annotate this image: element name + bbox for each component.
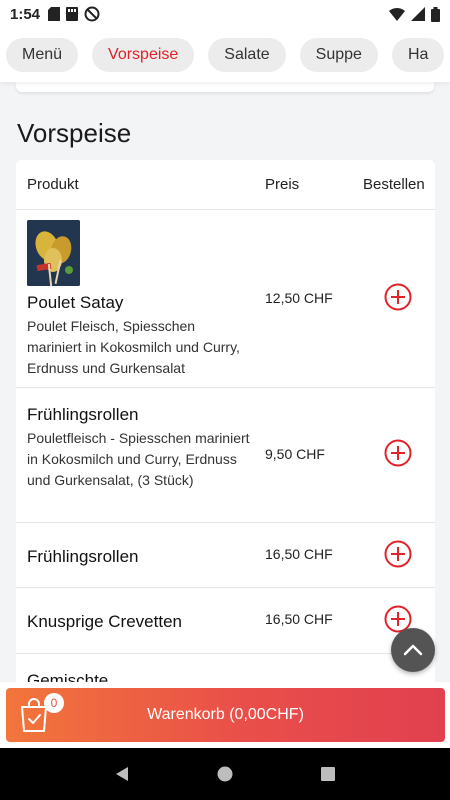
table-row: Poulet Satay Poulet Fleisch, Spiesschen …: [16, 210, 435, 388]
back-icon[interactable]: [114, 766, 130, 782]
cart-bar: 0 Warenkorb (0,00CHF): [0, 682, 450, 748]
add-to-cart-icon[interactable]: [384, 439, 412, 467]
product-price: 9,50 CHF: [265, 446, 325, 462]
header-product: Produkt: [27, 176, 79, 193]
section-title: Vorspeise: [17, 118, 132, 148]
header-order: Bestellen: [363, 176, 425, 193]
product-name: Poulet Satay: [27, 293, 124, 312]
cart-count-badge: 0: [44, 693, 64, 713]
header-price: Preis: [265, 176, 300, 193]
add-to-cart-icon[interactable]: [384, 283, 412, 311]
product-price: 16,50 CHF: [265, 546, 333, 562]
product-description: Pouletfleisch - Spiesschen mariniert in …: [27, 430, 250, 488]
product-description: Poulet Fleisch, Spiesschen mariniert in …: [27, 318, 240, 376]
battery-icon: [431, 6, 440, 22]
previous-section-card: [16, 82, 434, 92]
sim-card-icon: [48, 7, 61, 21]
table-row: Knusprige Crevetten 16,50 CHF: [16, 588, 435, 654]
scroll-top-button[interactable]: [391, 628, 435, 672]
recents-icon[interactable]: [320, 766, 336, 782]
chevron-up-icon: [403, 644, 423, 656]
cart-label: Warenkorb (0,00CHF): [147, 706, 304, 723]
product-price: 16,50 CHF: [265, 611, 333, 627]
add-to-cart-icon[interactable]: [384, 540, 412, 568]
product-name: Frühlingsrollen: [27, 547, 139, 566]
tab-menu[interactable]: Menü: [6, 38, 79, 72]
product-table: Produkt Preis Bestellen Poulet Satay Pou…: [16, 160, 435, 700]
tab-salate[interactable]: Salate: [208, 38, 286, 72]
home-icon[interactable]: [217, 766, 233, 782]
tab-suppe[interactable]: Suppe: [299, 38, 378, 72]
table-row: Frühlingsrollen Pouletfleisch - Spiessch…: [16, 388, 435, 523]
product-name: Knusprige Crevetten: [27, 612, 182, 631]
status-time: 1:54: [10, 5, 41, 23]
product-name: Frühlingsrollen: [27, 405, 139, 424]
table-header: Produkt Preis Bestellen: [16, 160, 435, 210]
tab-vorspeise[interactable]: Vorspeise: [92, 38, 195, 72]
no-sync-icon: [84, 6, 100, 22]
tab-hauptgang[interactable]: Ha: [391, 38, 445, 72]
status-bar: 1:54: [0, 0, 450, 28]
category-tabs: Menü Vorspeise Salate Suppe Ha: [0, 28, 450, 82]
signal-icon: [411, 7, 425, 21]
product-image: [27, 220, 80, 286]
cart-button[interactable]: 0 Warenkorb (0,00CHF): [6, 688, 445, 742]
system-nav-bar: [0, 748, 450, 800]
product-price: 12,50 CHF: [265, 290, 333, 306]
wifi-icon: [389, 8, 405, 21]
table-row: Frühlingsrollen 16,50 CHF: [16, 523, 435, 588]
storage-icon: [66, 7, 79, 21]
